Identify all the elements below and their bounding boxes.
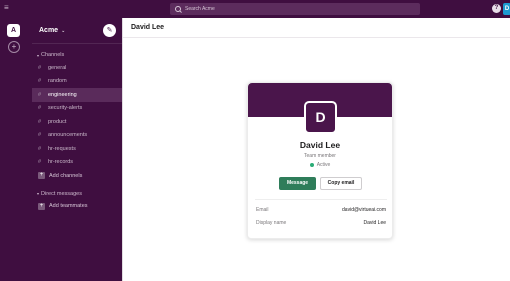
help-icon[interactable]: ? bbox=[492, 4, 501, 13]
sidebar-item-general[interactable]: # general bbox=[32, 61, 122, 75]
profile-name: David Lee bbox=[299, 140, 341, 150]
add-workspace-icon[interactable]: + bbox=[8, 41, 20, 53]
profile-status: Active bbox=[248, 162, 392, 168]
hash-icon: # bbox=[38, 105, 42, 112]
profile-card: D David Lee Team member Active Message C… bbox=[247, 82, 393, 239]
hash-icon: # bbox=[38, 145, 42, 152]
hash-icon: # bbox=[38, 78, 42, 85]
hash-icon: # bbox=[38, 159, 42, 166]
sidebar-item-random[interactable]: # random bbox=[32, 75, 122, 89]
channel-label: engineering bbox=[48, 91, 77, 98]
workspace-icon[interactable]: A bbox=[7, 24, 20, 37]
channel-label: random bbox=[48, 78, 67, 85]
main-pane: David Lee D David Lee Team member Active… bbox=[122, 18, 510, 281]
channel-label: security-alerts bbox=[48, 105, 83, 112]
plus-icon: + bbox=[38, 202, 45, 210]
workspace-name: Acme bbox=[39, 27, 59, 34]
channel-label: general bbox=[48, 64, 67, 71]
divider bbox=[255, 199, 387, 200]
hash-icon: # bbox=[38, 64, 42, 71]
caret-down-icon: ▾ bbox=[37, 52, 40, 58]
profile-role: Team member bbox=[304, 153, 336, 159]
sidebar-item-hr-records[interactable]: # hr-records bbox=[32, 156, 122, 170]
main-header: David Lee bbox=[123, 18, 510, 38]
add-channels-label: Add channels bbox=[49, 172, 83, 179]
search-bar[interactable]: Search Acme bbox=[170, 3, 420, 15]
display-name-label: Display name bbox=[256, 220, 287, 226]
direct-messages-header-label: Direct messages bbox=[41, 190, 82, 197]
direct-messages-section-header[interactable]: ▾ Direct messages bbox=[32, 188, 122, 200]
email-row: Email david@virtueai.com bbox=[256, 207, 386, 213]
caret-down-icon: ▾ bbox=[37, 191, 40, 196]
top-bar: ≡ Search Acme ? D bbox=[0, 0, 510, 18]
sidebar-item-security-alerts[interactable]: # security-alerts bbox=[32, 102, 122, 116]
sidebar-item-engineering[interactable]: # engineering bbox=[32, 88, 122, 102]
status-label: Active bbox=[316, 162, 331, 168]
channel-label: product bbox=[48, 118, 67, 125]
sidebar-item-hr-requests[interactable]: # hr-requests bbox=[32, 142, 122, 156]
channel-label: announcements bbox=[48, 132, 88, 139]
sidebar-item-announcements[interactable]: # announcements bbox=[32, 129, 122, 143]
profile-avatar: D bbox=[304, 101, 337, 134]
sidebar-item-product[interactable]: # product bbox=[32, 115, 122, 129]
channel-label: hr-records bbox=[48, 159, 74, 166]
compose-icon[interactable]: ✎ bbox=[103, 24, 116, 37]
user-avatar[interactable]: D bbox=[503, 3, 510, 15]
plus-icon: + bbox=[38, 172, 45, 180]
add-teammates-label: Add teammates bbox=[49, 203, 88, 210]
display-name-row: Display name David Lee bbox=[256, 220, 386, 226]
menu-icon[interactable]: ≡ bbox=[4, 3, 14, 13]
status-dot-icon bbox=[309, 162, 314, 167]
hash-icon: # bbox=[38, 118, 42, 125]
search-placeholder: Search Acme bbox=[185, 6, 215, 12]
channels-header-label: Channels bbox=[41, 52, 65, 58]
hash-icon: # bbox=[38, 132, 42, 139]
workspace-rail: A + bbox=[0, 18, 32, 281]
channels-section-header[interactable]: ▾ Channels bbox=[32, 49, 122, 61]
page-title: David Lee bbox=[131, 24, 165, 31]
hash-icon: # bbox=[38, 91, 42, 98]
copy-email-button[interactable]: Copy email bbox=[320, 177, 362, 190]
email-value: david@virtueai.com bbox=[342, 207, 386, 213]
add-teammates-button[interactable]: + Add teammates bbox=[32, 200, 122, 214]
message-button[interactable]: Message bbox=[279, 177, 316, 190]
add-channels-button[interactable]: + Add channels bbox=[32, 169, 122, 183]
email-label: Email bbox=[256, 207, 269, 213]
chevron-down-icon: ⌄ bbox=[61, 27, 66, 34]
display-name-value: David Lee bbox=[363, 220, 386, 226]
sidebar: Acme ⌄ ✎ ▾ Channels # general # random #… bbox=[32, 18, 122, 281]
search-icon bbox=[175, 6, 181, 12]
workspace-header[interactable]: Acme ⌄ ✎ bbox=[32, 18, 122, 44]
channel-label: hr-requests bbox=[48, 145, 76, 152]
